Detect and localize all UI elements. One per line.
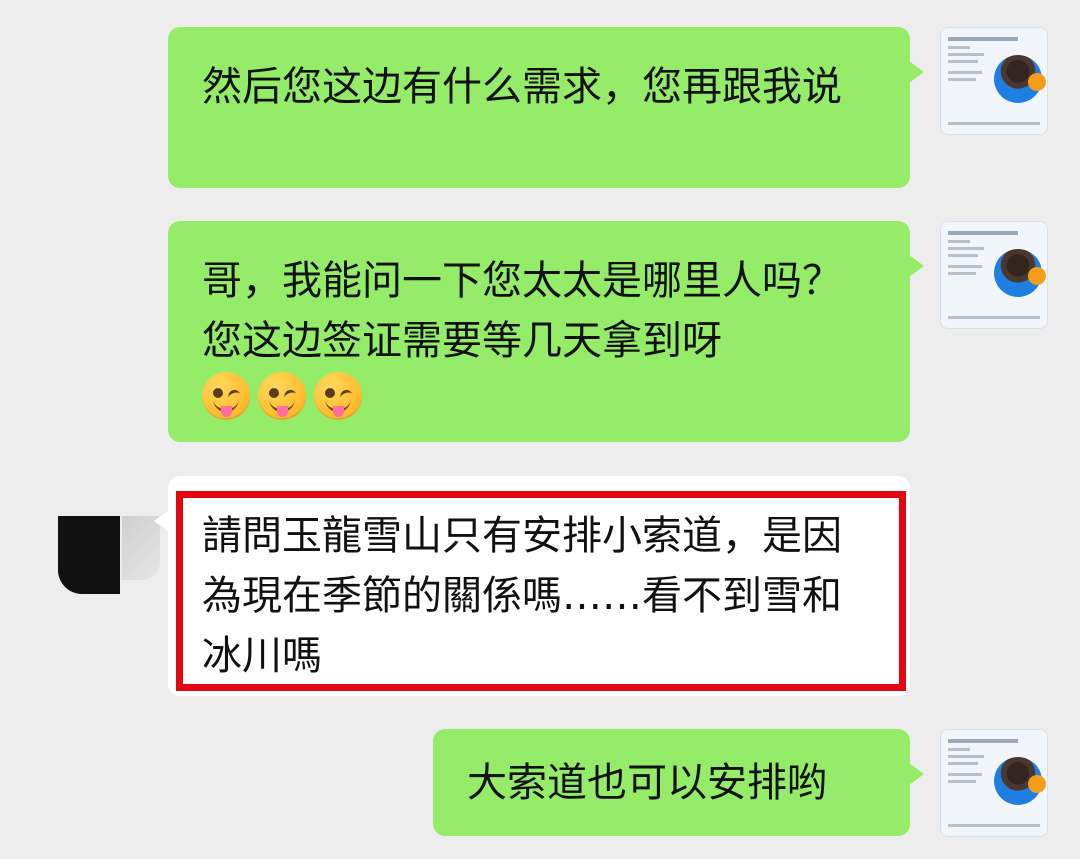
emoji-row	[202, 372, 880, 420]
card-bottom-line	[948, 122, 1040, 125]
avatar-decoration	[1028, 267, 1046, 285]
business-card-text-area	[948, 739, 1018, 787]
message-bubble[interactable]: 然后您这边有什么需求，您再跟我说	[168, 27, 924, 188]
card-bottom-line	[948, 824, 1040, 827]
card-text-line	[948, 60, 978, 63]
card-text-line	[948, 247, 984, 250]
card-text-line	[948, 53, 984, 56]
sender-avatar[interactable]	[940, 27, 1048, 135]
card-text-line	[948, 755, 984, 758]
card-text-line	[948, 78, 976, 81]
card-bottom-line	[948, 316, 1040, 319]
sender-avatar[interactable]	[940, 729, 1048, 837]
winking-tongue-emoji	[258, 372, 306, 420]
card-logo	[948, 231, 1018, 235]
winking-tongue-emoji	[314, 372, 362, 420]
message-text: 哥，我能问一下您太太是哪里人吗？您这边签证需要等几天拿到呀	[202, 258, 842, 364]
message-bubble[interactable]: 大索道也可以安排哟	[433, 729, 924, 836]
card-text-line	[948, 773, 982, 776]
card-text-line	[948, 272, 976, 275]
card-text-line	[948, 71, 982, 74]
message-bubble[interactable]: 哥，我能问一下您太太是哪里人吗？您这边签证需要等几天拿到呀	[168, 221, 924, 442]
winking-tongue-emoji	[202, 372, 250, 420]
card-logo	[948, 739, 1018, 743]
avatar-decoration	[1028, 775, 1046, 793]
business-card-text-area	[948, 37, 1018, 85]
card-text-line	[948, 240, 970, 243]
avatar-blur-dark	[58, 516, 120, 594]
sender-avatar[interactable]	[940, 221, 1048, 329]
card-text-line	[948, 265, 982, 268]
message-text: 請問玉龍雪山只有安排小索道，是因為現在季節的關係嗎……看不到雪和冰川嗎	[202, 513, 842, 679]
card-text-line	[948, 780, 976, 783]
avatar-decoration	[1028, 73, 1046, 91]
message-text: 大索道也可以安排哟	[467, 760, 827, 806]
card-text-line	[948, 762, 978, 765]
business-card-text-area	[948, 231, 1018, 279]
message-text: 然后您这边有什么需求，您再跟我说	[202, 64, 842, 110]
message-bubble[interactable]: 請問玉龍雪山只有安排小索道，是因為現在季節的關係嗎……看不到雪和冰川嗎	[154, 476, 910, 696]
card-text-line	[948, 748, 970, 751]
card-logo	[948, 37, 1018, 41]
customer-avatar[interactable]	[44, 514, 160, 594]
card-text-line	[948, 46, 970, 49]
card-text-line	[948, 254, 978, 257]
